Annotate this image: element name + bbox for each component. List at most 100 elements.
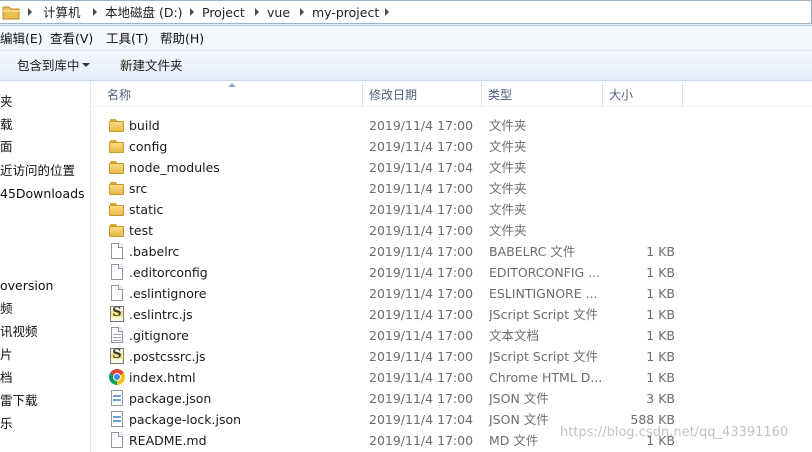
file-modified-date: 2019/11/4 17:00 xyxy=(369,139,474,154)
breadcrumb-separator-icon[interactable] xyxy=(190,8,194,16)
menu-bar: 编辑(E) 查看(V) 工具(T) 帮助(H) xyxy=(0,26,812,51)
file-row[interactable]: .eslintignore 2019/11/4 17:00 ESLINTIGNORE… xyxy=(91,283,812,304)
file-size: 1 KB xyxy=(646,244,675,259)
file-type: JScript Script 文件 xyxy=(489,349,599,364)
nav-item-favorites[interactable]: 夹 xyxy=(0,93,13,111)
file-modified-date: 2019/11/4 17:04 xyxy=(369,412,474,427)
chevron-down-icon[interactable] xyxy=(82,63,90,67)
file-row[interactable]: .gitignore 2019/11/4 17:00 文本文档 1 KB xyxy=(91,325,812,346)
column-divider[interactable] xyxy=(682,82,683,106)
file-row[interactable]: .babelrc 2019/11/4 17:00 BABELRC 文件 1 KB xyxy=(91,241,812,262)
file-name[interactable]: static xyxy=(129,199,163,220)
file-icon xyxy=(109,243,125,259)
file-name[interactable]: node_modules xyxy=(129,157,220,178)
menu-help[interactable]: 帮助(H) xyxy=(160,31,204,47)
file-row[interactable]: .editorconfig 2019/11/4 17:00 EDITORCONFIG… xyxy=(91,262,812,283)
folder-icon xyxy=(109,159,125,175)
file-modified-date: 2019/11/4 17:00 xyxy=(369,118,474,133)
file-name[interactable]: .babelrc xyxy=(129,241,179,262)
column-date-header[interactable]: 修改日期 xyxy=(363,81,481,107)
file-icon xyxy=(109,432,125,448)
nav-item-downloads[interactable]: 载 xyxy=(0,116,13,134)
file-size: 3 KB xyxy=(646,391,675,406)
file-size: 1 KB xyxy=(646,286,675,301)
address-field[interactable]: 计算机 本地磁盘 (D:) Project vue my-project xyxy=(0,0,812,24)
nav-item-pictures[interactable]: 片 xyxy=(0,346,13,364)
file-type: Chrome HTML D... xyxy=(489,370,601,385)
file-name[interactable]: build xyxy=(129,115,160,136)
menu-edit[interactable]: 编辑(E) xyxy=(0,31,43,47)
file-name[interactable]: test xyxy=(129,220,153,241)
file-modified-date: 2019/11/4 17:00 xyxy=(369,391,474,406)
file-name[interactable]: src xyxy=(129,178,147,199)
column-type-header[interactable]: 类型 xyxy=(482,81,602,107)
json-file-icon xyxy=(109,390,125,406)
file-row[interactable]: config 2019/11/4 17:00 文件夹 xyxy=(91,136,812,157)
file-row[interactable]: S .eslintrc.js 2019/11/4 17:00 JScript Scri… xyxy=(91,304,812,325)
nav-item-videos[interactable]: 频 xyxy=(0,300,13,318)
file-name[interactable]: .gitignore xyxy=(129,325,189,346)
file-type: 文件夹 xyxy=(489,223,527,238)
file-type: EDITORCONFIG ... xyxy=(489,265,601,280)
column-header: 名称 修改日期 类型 大小 xyxy=(91,81,812,107)
file-row[interactable]: build 2019/11/4 17:00 文件夹 xyxy=(91,115,812,136)
chrome-icon xyxy=(109,369,125,385)
breadcrumb-separator-icon[interactable] xyxy=(28,8,32,16)
breadcrumb-project[interactable]: Project xyxy=(202,5,245,21)
file-row[interactable]: index.html 2019/11/4 17:00 Chrome HTML D..… xyxy=(91,367,812,388)
breadcrumb-separator-icon[interactable] xyxy=(93,8,97,16)
nav-item-tencent-video[interactable]: 讯视频 xyxy=(0,323,38,341)
breadcrumb-vue[interactable]: vue xyxy=(267,5,290,21)
file-row[interactable]: src 2019/11/4 17:00 文件夹 xyxy=(91,178,812,199)
file-name[interactable]: .editorconfig xyxy=(129,262,208,283)
breadcrumb-separator-icon[interactable] xyxy=(255,8,259,16)
file-name[interactable]: package-lock.json xyxy=(129,409,241,430)
new-folder-button[interactable]: 新建文件夹 xyxy=(120,58,183,74)
folder-icon xyxy=(109,138,125,154)
nav-item-downloads-2[interactable]: 45Downloads xyxy=(0,185,85,203)
nav-item-desktop[interactable]: 面 xyxy=(0,138,13,156)
column-size-header[interactable]: 大小 xyxy=(603,81,682,107)
file-size xyxy=(601,115,675,136)
breadcrumb-drive-d[interactable]: 本地磁盘 (D:) xyxy=(105,5,183,21)
nav-item-recent-places[interactable]: 近访问的位置 xyxy=(0,162,75,180)
file-modified-date: 2019/11/4 17:00 xyxy=(369,328,474,343)
breadcrumb-separator-icon[interactable] xyxy=(300,8,304,16)
column-name-header[interactable]: 名称 xyxy=(101,81,361,107)
file-size xyxy=(601,178,675,199)
file-name[interactable]: config xyxy=(129,136,167,157)
breadcrumb-separator-icon[interactable] xyxy=(385,8,389,16)
nav-item-oversion[interactable]: oversion xyxy=(0,277,53,295)
address-bar: 计算机 本地磁盘 (D:) Project vue my-project xyxy=(0,0,812,26)
file-type: 文件夹 xyxy=(489,181,527,196)
include-in-library-button[interactable]: 包含到库中 xyxy=(17,58,80,74)
file-size: 1 KB xyxy=(646,370,675,385)
file-modified-date: 2019/11/4 17:00 xyxy=(369,265,474,280)
file-name[interactable]: .eslintrc.js xyxy=(129,304,193,325)
file-name[interactable]: package.json xyxy=(129,388,211,409)
text-file-icon xyxy=(109,327,125,343)
file-row[interactable]: test 2019/11/4 17:00 文件夹 xyxy=(91,220,812,241)
nav-item-music[interactable]: 乐 xyxy=(0,415,13,433)
file-row[interactable]: static 2019/11/4 17:00 文件夹 xyxy=(91,199,812,220)
breadcrumb-my-project[interactable]: my-project xyxy=(312,5,379,21)
file-type: BABELRC 文件 xyxy=(489,244,576,259)
file-name[interactable]: index.html xyxy=(129,367,196,388)
file-modified-date: 2019/11/4 17:04 xyxy=(369,160,474,175)
menu-view[interactable]: 查看(V) xyxy=(50,31,93,47)
file-row[interactable]: node_modules 2019/11/4 17:04 文件夹 xyxy=(91,157,812,178)
breadcrumb-computer[interactable]: 计算机 xyxy=(43,5,81,21)
jscript-icon: S xyxy=(109,347,125,364)
file-name[interactable]: README.md xyxy=(129,430,207,451)
file-type: JSON 文件 xyxy=(489,391,549,406)
file-row[interactable]: package.json 2019/11/4 17:00 JSON 文件 3 KB xyxy=(91,388,812,409)
file-name[interactable]: .postcssrc.js xyxy=(129,346,206,367)
menu-tools[interactable]: 工具(T) xyxy=(106,31,148,47)
nav-item-thunder-download[interactable]: 雷下载 xyxy=(0,392,38,410)
file-name[interactable]: .eslintignore xyxy=(129,283,206,304)
file-row[interactable]: S .postcssrc.js 2019/11/4 17:00 JScript Scr… xyxy=(91,346,812,367)
nav-item-documents[interactable]: 档 xyxy=(0,369,13,387)
file-size: 1 KB xyxy=(646,307,675,322)
file-type: 文本文档 xyxy=(489,328,540,343)
navigation-pane: 夹 载 面 近访问的位置 45Downloads oversion 频 讯视频 … xyxy=(0,81,90,452)
